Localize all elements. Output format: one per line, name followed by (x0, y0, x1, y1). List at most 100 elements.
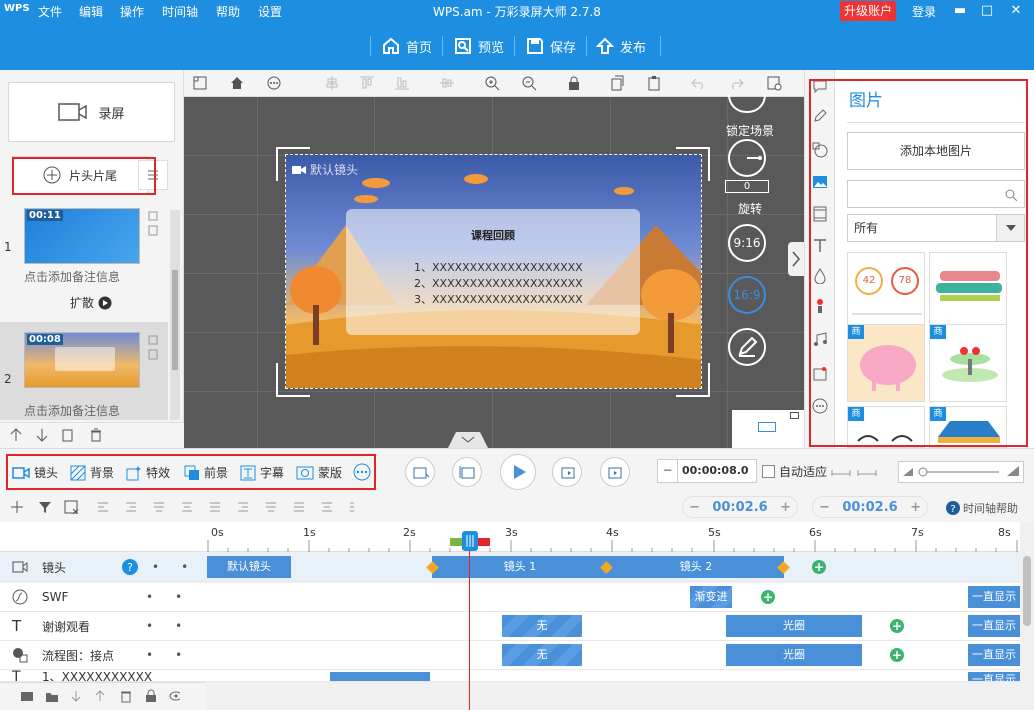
lock-scene-button[interactable] (728, 95, 766, 113)
prev-frame-button[interactable] (452, 457, 482, 487)
lock-dot[interactable]: • (181, 560, 188, 574)
character-icon[interactable] (812, 298, 828, 314)
clip[interactable]: 镜头 2 (608, 556, 784, 578)
video-icon[interactable] (812, 206, 828, 222)
title-end-menu-icon[interactable] (138, 160, 168, 190)
clip[interactable]: 光圈 (726, 644, 862, 666)
time-stepper[interactable]: −00:02.6 + (812, 496, 928, 518)
timeline-align-icons[interactable] (96, 500, 356, 514)
scene-scrollbar[interactable] (170, 210, 180, 420)
text-icon[interactable] (812, 238, 828, 254)
transition-button[interactable]: 扩散 (70, 294, 112, 311)
lock-icon[interactable] (566, 75, 582, 91)
image-tile[interactable] (929, 252, 1007, 330)
scene-note[interactable]: 点击添加备注信息 (24, 268, 144, 285)
image-tile[interactable]: 42 78 (847, 252, 925, 330)
clip[interactable]: 渐变进 (690, 586, 732, 608)
time-stepper[interactable]: −00:02.6 + (682, 496, 798, 518)
foreground-tool[interactable]: 前景 (184, 464, 228, 481)
ruler-icon[interactable] (192, 75, 208, 91)
zoom-out-icon[interactable] (521, 75, 537, 91)
move-up-icon[interactable] (8, 427, 24, 443)
lock-dot[interactable]: • (175, 648, 182, 662)
upgrade-button[interactable]: 升级账户 (840, 1, 896, 21)
clip[interactable]: 光圈 (726, 615, 862, 637)
scene-thumbnail[interactable]: 00:08 (24, 332, 140, 388)
add-clip-icon[interactable]: + (890, 648, 904, 662)
home-icon[interactable] (229, 75, 245, 91)
scene-actions-icon[interactable] (148, 210, 158, 240)
visibility-dot[interactable]: • (146, 648, 153, 662)
track-row[interactable]: T 1、XXXXXXXXXXX (0, 670, 206, 682)
image-search-input[interactable] (847, 180, 1025, 208)
publish-button[interactable]: 发布 (596, 34, 646, 58)
ratio-9-16-button[interactable]: 9:16 (728, 224, 766, 262)
scene-note[interactable]: 点击添加备注信息 (24, 402, 144, 419)
duration-field[interactable]: − 00:00:08.0 (657, 459, 757, 483)
copy-icon[interactable] (609, 75, 625, 91)
playhead-handle[interactable] (462, 531, 478, 551)
undo-icon[interactable] (691, 75, 707, 91)
image-icon[interactable] (812, 174, 828, 190)
add-clip-icon[interactable]: + (812, 560, 826, 574)
effect-icon[interactable] (812, 366, 828, 382)
login-link[interactable]: 登录 (912, 3, 936, 20)
track-lane[interactable]: 默认镜头 镜头 1 镜头 2 + (206, 553, 1020, 582)
record-screen-button[interactable]: 录屏 (8, 82, 175, 142)
drop-icon[interactable] (812, 268, 828, 284)
clear-icon[interactable] (64, 500, 80, 514)
scene-actions-icon[interactable] (148, 334, 158, 364)
image-filter-select[interactable]: 所有 (847, 214, 1025, 242)
delete-icon[interactable] (88, 427, 104, 443)
help-icon[interactable]: ? (122, 559, 138, 575)
track-lane[interactable]: 一直显示 (206, 670, 1020, 682)
camera-tool[interactable]: 镜头 (12, 464, 58, 481)
align-center-icon[interactable] (324, 75, 340, 91)
preview-button[interactable]: 预览 (454, 34, 504, 58)
track-action-icons[interactable] (20, 689, 180, 703)
content-card[interactable]: 课程回顾 1、XXXXXXXXXXXXXXXXXXXX 2、XXXXXXXXXX… (346, 209, 640, 335)
scene-thumbnail[interactable]: 00:11 (24, 208, 140, 264)
add-clip-icon[interactable]: + (761, 590, 775, 604)
clip[interactable]: 默认镜头 (207, 556, 291, 578)
clip[interactable]: 一直显示 (968, 672, 1020, 681)
paste-icon[interactable] (646, 75, 662, 91)
zoom-in-icon[interactable] (484, 75, 500, 91)
visibility-dot[interactable]: • (146, 619, 153, 633)
edit-pen-button[interactable] (728, 328, 766, 366)
clip[interactable]: 一直显示 (968, 644, 1020, 666)
track-lane[interactable]: 渐变进 + 一直显示 (206, 583, 1020, 612)
ratio-16-9-button[interactable]: 16:9 (728, 276, 766, 314)
subtitle-tool[interactable]: 字幕 (240, 464, 284, 481)
auto-fit-checkbox[interactable]: 自动适应 (762, 463, 877, 480)
pencil-icon[interactable] (812, 108, 828, 124)
jump-end-button[interactable] (600, 457, 630, 487)
lock-dot[interactable]: • (175, 619, 182, 633)
track-lane[interactable]: 无 光圈 + 一直显示 (206, 612, 1020, 641)
timeline-scrollbar[interactable] (1020, 552, 1034, 682)
music-icon[interactable] (812, 332, 828, 348)
more-tools-icon[interactable] (353, 463, 371, 481)
scene-stage[interactable]: 默认镜头 课程回顾 1、XXXXXXXXXXXXXXXXXXXX 2、XXXXX… (285, 154, 702, 389)
distribute-icon[interactable] (439, 75, 455, 91)
range-end-marker[interactable] (478, 538, 490, 546)
minimize-icon[interactable]: ▬ (951, 2, 969, 20)
image-tile[interactable]: 商 (847, 324, 925, 402)
close-icon[interactable]: ✕ (1007, 2, 1025, 20)
visibility-dot[interactable]: • (146, 590, 153, 604)
time-ruler[interactable]: 0s 1s 2s 3s 4s 5s 6s 7s 8s (206, 522, 1020, 552)
visibility-dot[interactable]: • (152, 560, 159, 574)
clip[interactable]: 一直显示 (968, 615, 1020, 637)
timeline-help-link[interactable]: ? 时间轴帮助 (946, 500, 1018, 516)
clip[interactable]: 无 (502, 644, 582, 666)
add-local-image-button[interactable]: 添加本地图片 (847, 132, 1025, 170)
image-tile[interactable]: 商 (929, 324, 1007, 402)
filter-icon[interactable] (38, 500, 52, 514)
collapse-timeline-icon[interactable] (448, 432, 488, 448)
track-row[interactable]: 流程图：接点 • • (0, 641, 206, 670)
jump-start-button[interactable] (405, 457, 435, 487)
clip[interactable]: 镜头 1 (432, 556, 608, 578)
home-button[interactable]: 首页 (382, 34, 432, 58)
speech-bubble-icon[interactable] (812, 78, 828, 94)
track-row[interactable]: T 谢谢观看 • • (0, 612, 206, 641)
